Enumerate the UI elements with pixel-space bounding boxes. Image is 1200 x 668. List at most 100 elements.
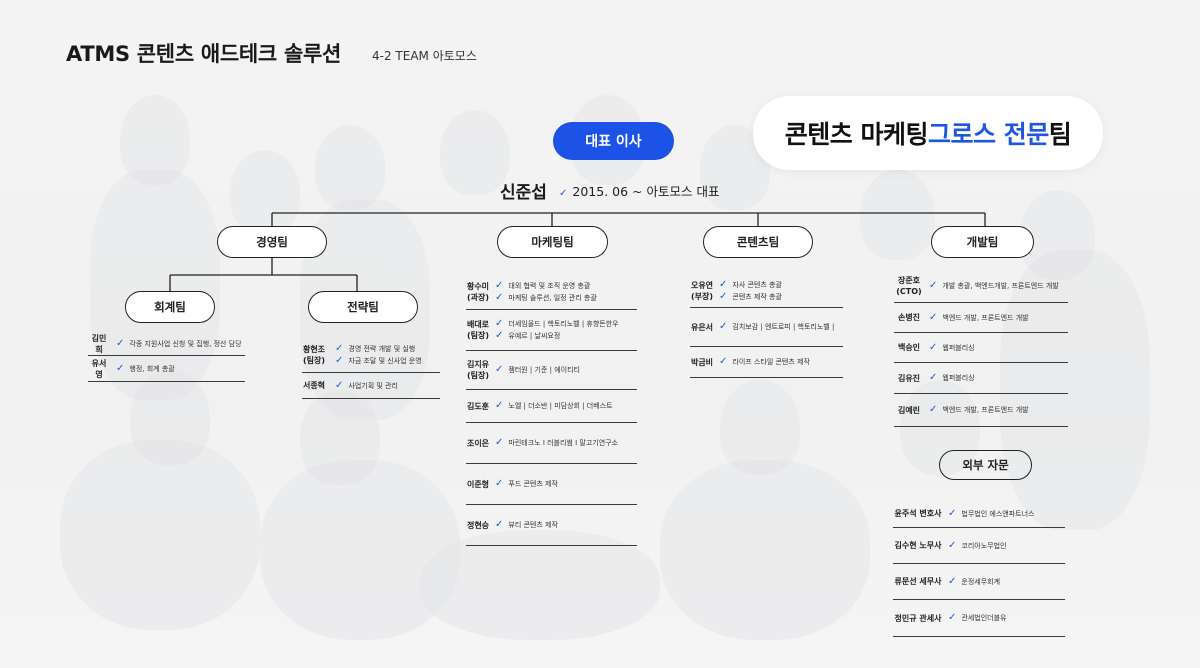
member-name: 정민규 관세사 — [893, 613, 943, 624]
member-duty: ✓ 개발 총괄, 백엔드개발, 프론트엔드 개발 — [929, 280, 1059, 292]
member-name: 박금비 — [690, 357, 714, 368]
member-duties: ✓ 백엔드 개발, 프론트엔드 개발 — [929, 312, 1029, 324]
member-row: 백승인 ✓ 웹퍼블리싱 — [894, 333, 1068, 363]
member-duty: ✓ 더세임올드 | 핵토리노벨 | 휴향돈한우 — [495, 318, 619, 330]
member-name-line: 김지유 — [466, 360, 490, 369]
member-duty-text: 백엔드 개발, 프론트엔드 개발 — [942, 406, 1029, 414]
ceo-note-text: 2015. 06 ~ 아토모스 대표 — [572, 184, 720, 199]
member-row: 유은서 ✓ 김치보감 | 엔트로피 | 핵토리노벨 | — [690, 308, 843, 347]
member-duties: ✓ 개발 총괄, 백엔드개발, 프론트엔드 개발 — [929, 280, 1059, 292]
check-icon: ✓ — [559, 188, 568, 199]
member-name: 김도훈 — [466, 401, 490, 412]
member-name: 정현승 — [466, 520, 490, 531]
check-icon: ✓ — [116, 337, 125, 349]
member-duty-text: 뷰티 콘텐츠 제작 — [508, 521, 558, 529]
check-icon: ✓ — [495, 280, 504, 291]
check-icon: ✓ — [495, 478, 504, 489]
check-icon: ✓ — [116, 362, 125, 374]
member-row: 손병진 ✓ 백엔드 개발, 프론트엔드 개발 — [894, 303, 1068, 333]
member-duties: ✓ 관세법인더블유 — [948, 612, 1006, 624]
team-dev[interactable]: 개발팀 — [931, 226, 1034, 258]
member-duty: ✓ 라이프 스타일 콘텐츠 제작 — [719, 356, 810, 368]
member-duty: ✓ 코리아노무법인 — [948, 540, 1006, 552]
member-name-line: 장준호 — [897, 276, 921, 285]
member-duty: ✓ 각종 지원사업 신청 및 집행, 정산 담당 — [116, 338, 242, 350]
ceo-button[interactable]: 대표 이사 — [553, 122, 674, 160]
member-name: 김예린 — [894, 405, 924, 416]
member-row: 박금비 ✓ 라이프 스타일 콘텐츠 제작 — [690, 347, 843, 378]
member-name: 서종혁 — [302, 380, 326, 391]
member-duties: ✓ 운정세무회계 — [948, 576, 1000, 588]
check-icon: ✓ — [929, 280, 938, 291]
member-name-line: 손병진 — [897, 313, 921, 322]
team-accounting[interactable]: 회계팀 — [125, 291, 215, 323]
member-duty: ✓ 웹퍼블리싱 — [929, 372, 975, 384]
member-name-line: (팀장) — [466, 331, 490, 340]
member-name-line: (팀장) — [302, 356, 326, 365]
member-duties: ✓ 사업기획 및 관리 — [335, 380, 398, 392]
member-name: 배대로 (팀장) — [466, 319, 490, 341]
member-duties: ✓ 김치보감 | 엔트로피 | 핵토리노벨 | — [719, 321, 834, 333]
member-duty: ✓ 법무법인 에스앤파트너스 — [948, 508, 1034, 520]
member-duties: ✓ 푸드 콘텐츠 제작 — [495, 478, 558, 490]
accounting-members: 김민희 ✓ 각종 지원사업 신청 및 집행, 정산 담당 유서영 ✓ 행정, 회계 총괄 — [88, 332, 245, 382]
member-duty-text: 백엔드 개발, 프론트엔드 개발 — [942, 313, 1029, 322]
member-name-line: (CTO) — [896, 287, 922, 296]
member-duties: ✓ 대외 협력 및 조직 운영 총괄 ✓ 마케팅 솔루션, 일정 관리 총괄 — [495, 280, 597, 304]
member-duty: ✓ 콘텐츠 제작 총괄 — [719, 291, 782, 303]
member-duty-text: 각종 지원사업 신청 및 집행, 정산 담당 — [129, 339, 242, 348]
team-marketing[interactable]: 마케팅팀 — [497, 226, 608, 258]
check-icon: ✓ — [719, 356, 728, 367]
member-name-line: 정현승 — [466, 520, 490, 530]
check-icon: ✓ — [948, 539, 957, 551]
member-name-line: 백승인 — [897, 343, 921, 352]
member-duties: ✓ 웹퍼블리싱 — [929, 342, 975, 354]
member-duties: ✓ 노엘 | 더소반 | 미담상회 | 더베스트 — [495, 400, 613, 412]
check-icon: ✓ — [948, 612, 957, 623]
member-duty-text: 노엘 | 더소반 | 미담상회 | 더베스트 — [508, 402, 613, 410]
member-row: 김민희 ✓ 각종 지원사업 신청 및 집행, 정산 담당 — [88, 332, 245, 356]
check-icon: ✓ — [948, 575, 957, 587]
member-row: 배대로 (팀장) ✓ 더세임올드 | 핵토리노벨 | 휴향돈한우 ✓ 유예르 | 날씨요정 — [466, 310, 637, 351]
member-row: 김수현 노무사 ✓ 코리아노무법인 — [893, 528, 1065, 564]
member-name: 이준형 — [466, 479, 490, 490]
member-duty: ✓ 마린테크노 I 러블리썸 I 말고기연구소 — [495, 437, 618, 449]
member-name: 백승인 — [894, 342, 924, 353]
ceo-note: ✓ 2015. 06 ~ 아토모스 대표 — [559, 181, 719, 200]
team-management[interactable]: 경영팀 — [217, 226, 327, 258]
member-duty: ✓ 뷰티 콘텐츠 제작 — [495, 519, 558, 531]
member-row: 김예린 ✓ 백엔드 개발, 프론트엔드 개발 — [894, 394, 1068, 427]
advisor-members: 윤주석 변호사 ✓ 법무법인 에스앤파트너스 김수현 노무사 ✓ 코리아노무법인 류문선 세… — [893, 500, 1065, 637]
member-row: 김도훈 ✓ 노엘 | 더소반 | 미담상회 | 더베스트 — [466, 390, 637, 423]
team-content[interactable]: 콘텐츠팀 — [703, 226, 813, 258]
member-name: 조이은 — [466, 438, 490, 449]
member-row: 장준호 (CTO) ✓ 개발 총괄, 백엔드개발, 프론트엔드 개발 — [894, 270, 1068, 303]
check-icon: ✓ — [495, 437, 504, 448]
member-row: 이준형 ✓ 푸드 콘텐츠 제작 — [466, 464, 637, 505]
team-advisors[interactable]: 외부 자문 — [939, 450, 1032, 480]
member-duty: ✓ 젬터원 | 기준 | 에이티티 — [495, 364, 580, 376]
member-duty: ✓ 행정, 회계 총괄 — [116, 363, 175, 375]
member-name-line: 오유연 — [690, 281, 714, 290]
member-duty-text: 젬터원 | 기준 | 에이티티 — [508, 366, 580, 374]
member-duties: ✓ 더세임올드 | 핵토리노벨 | 휴향돈한우 ✓ 유예르 | 날씨요정 — [495, 318, 619, 342]
member-row: 김지유 (팀장) ✓ 젬터원 | 기준 | 에이티티 — [466, 351, 637, 390]
member-duty-text: 자금 조달 및 신사업 운영 — [348, 357, 422, 365]
check-icon: ✓ — [495, 330, 504, 341]
team-strategy[interactable]: 전략팀 — [308, 291, 418, 323]
member-duty: ✓ 웹퍼블리싱 — [929, 342, 975, 354]
check-icon: ✓ — [495, 364, 504, 375]
member-duties: ✓ 뷰티 콘텐츠 제작 — [495, 519, 558, 531]
member-duty: ✓ 대외 협력 및 조직 운영 총괄 — [495, 280, 597, 292]
member-duty: ✓ 관세법인더블유 — [948, 612, 1006, 624]
member-name-line: 황수미 — [466, 282, 490, 291]
member-name-line: (부장) — [690, 292, 714, 301]
check-icon: ✓ — [948, 507, 957, 519]
member-row: 오유연 (부장) ✓ 자사 콘텐츠 총괄 ✓ 콘텐츠 제작 총괄 — [690, 275, 843, 308]
member-duty: ✓ 노엘 | 더소반 | 미담상회 | 더베스트 — [495, 400, 613, 412]
member-row: 류문선 세무사 ✓ 운정세무회계 — [893, 564, 1065, 600]
strategy-members: 황현조 (팀장) ✓ 경영 전략 개발 및 실행 ✓ 자금 조달 및 신사업 운영 서종혁 ✓… — [302, 338, 440, 399]
member-duty-text: 자사 콘텐츠 총괄 — [732, 281, 782, 289]
check-icon: ✓ — [929, 341, 938, 353]
member-name: 유은서 — [690, 322, 714, 333]
